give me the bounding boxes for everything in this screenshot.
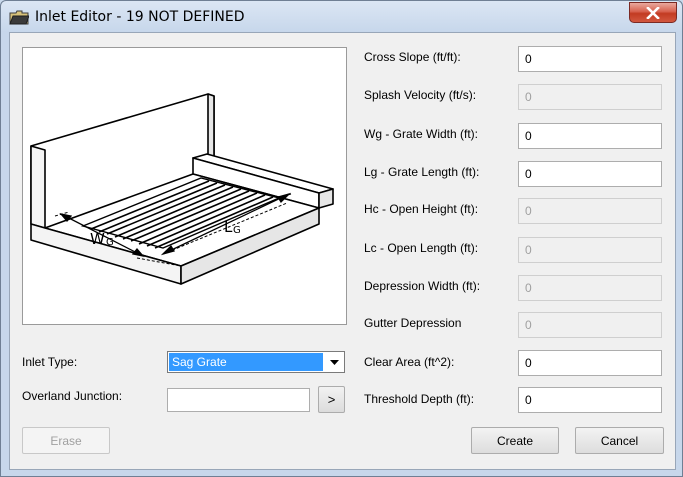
inlet-type-label: Inlet Type: xyxy=(22,355,78,369)
overland-junction-input[interactable] xyxy=(167,388,310,412)
gutter-depression-label: Gutter Depression xyxy=(364,316,462,330)
grate-length-label: Lg - Grate Length (ft): xyxy=(364,165,480,179)
open-height-label: Hc - Open Height (ft): xyxy=(364,202,479,216)
cancel-button[interactable]: Cancel xyxy=(575,427,664,454)
width-dimension-subscript: G xyxy=(106,237,114,248)
grate-width-label: Wg - Grate Width (ft): xyxy=(364,127,479,141)
browse-junction-button[interactable]: > xyxy=(318,386,345,413)
dialog-body: W G L G Inlet Type: Sag Grate Overland J… xyxy=(9,32,676,470)
sag-grate-illustration: W G L G xyxy=(30,93,334,285)
inlet-type-value: Sag Grate xyxy=(169,353,323,371)
inlet-diagram: W G L G xyxy=(22,47,347,325)
inlet-editor-window: Inlet Editor - 19 NOT DEFINED W G L G In… xyxy=(0,0,683,477)
splash-velocity-label: Splash Velocity (ft/s): xyxy=(364,88,477,102)
close-button[interactable] xyxy=(629,2,677,23)
cross-slope-label: Cross Slope (ft/ft): xyxy=(364,50,461,64)
grate-width-field[interactable]: 0 xyxy=(518,123,662,149)
open-length-label: Lc - Open Length (ft): xyxy=(364,241,479,255)
grate-length-field[interactable]: 0 xyxy=(518,161,662,187)
chevron-down-icon xyxy=(330,359,339,365)
clear-area-label: Clear Area (ft^2): xyxy=(364,355,455,369)
inlet-type-select[interactable]: Sag Grate xyxy=(167,351,345,373)
create-button[interactable]: Create xyxy=(471,427,559,454)
folder-icon xyxy=(9,10,29,25)
gutter-depression-field: 0 xyxy=(518,312,662,338)
open-length-field: 0 xyxy=(518,237,662,263)
width-dimension-label: W xyxy=(90,230,105,248)
cross-slope-field[interactable]: 0 xyxy=(518,46,662,72)
splash-velocity-field: 0 xyxy=(518,84,662,110)
title-bar[interactable]: Inlet Editor - 19 NOT DEFINED xyxy=(1,1,682,33)
close-icon xyxy=(646,6,660,19)
threshold-depth-field[interactable]: 0 xyxy=(518,387,662,413)
threshold-depth-label: Threshold Depth (ft): xyxy=(364,392,475,406)
overland-junction-label: Overland Junction: xyxy=(22,389,123,403)
erase-button[interactable]: Erase xyxy=(22,427,110,454)
clear-area-field[interactable]: 0 xyxy=(518,350,662,376)
open-height-field: 0 xyxy=(518,198,662,224)
length-dimension-subscript: G xyxy=(233,225,241,236)
window-title: Inlet Editor - 19 NOT DEFINED xyxy=(35,9,245,25)
dropdown-button[interactable] xyxy=(326,353,343,371)
length-dimension-label: L xyxy=(224,218,233,236)
depression-width-label: Depression Width (ft): xyxy=(364,279,481,293)
depression-width-field: 0 xyxy=(518,275,662,301)
